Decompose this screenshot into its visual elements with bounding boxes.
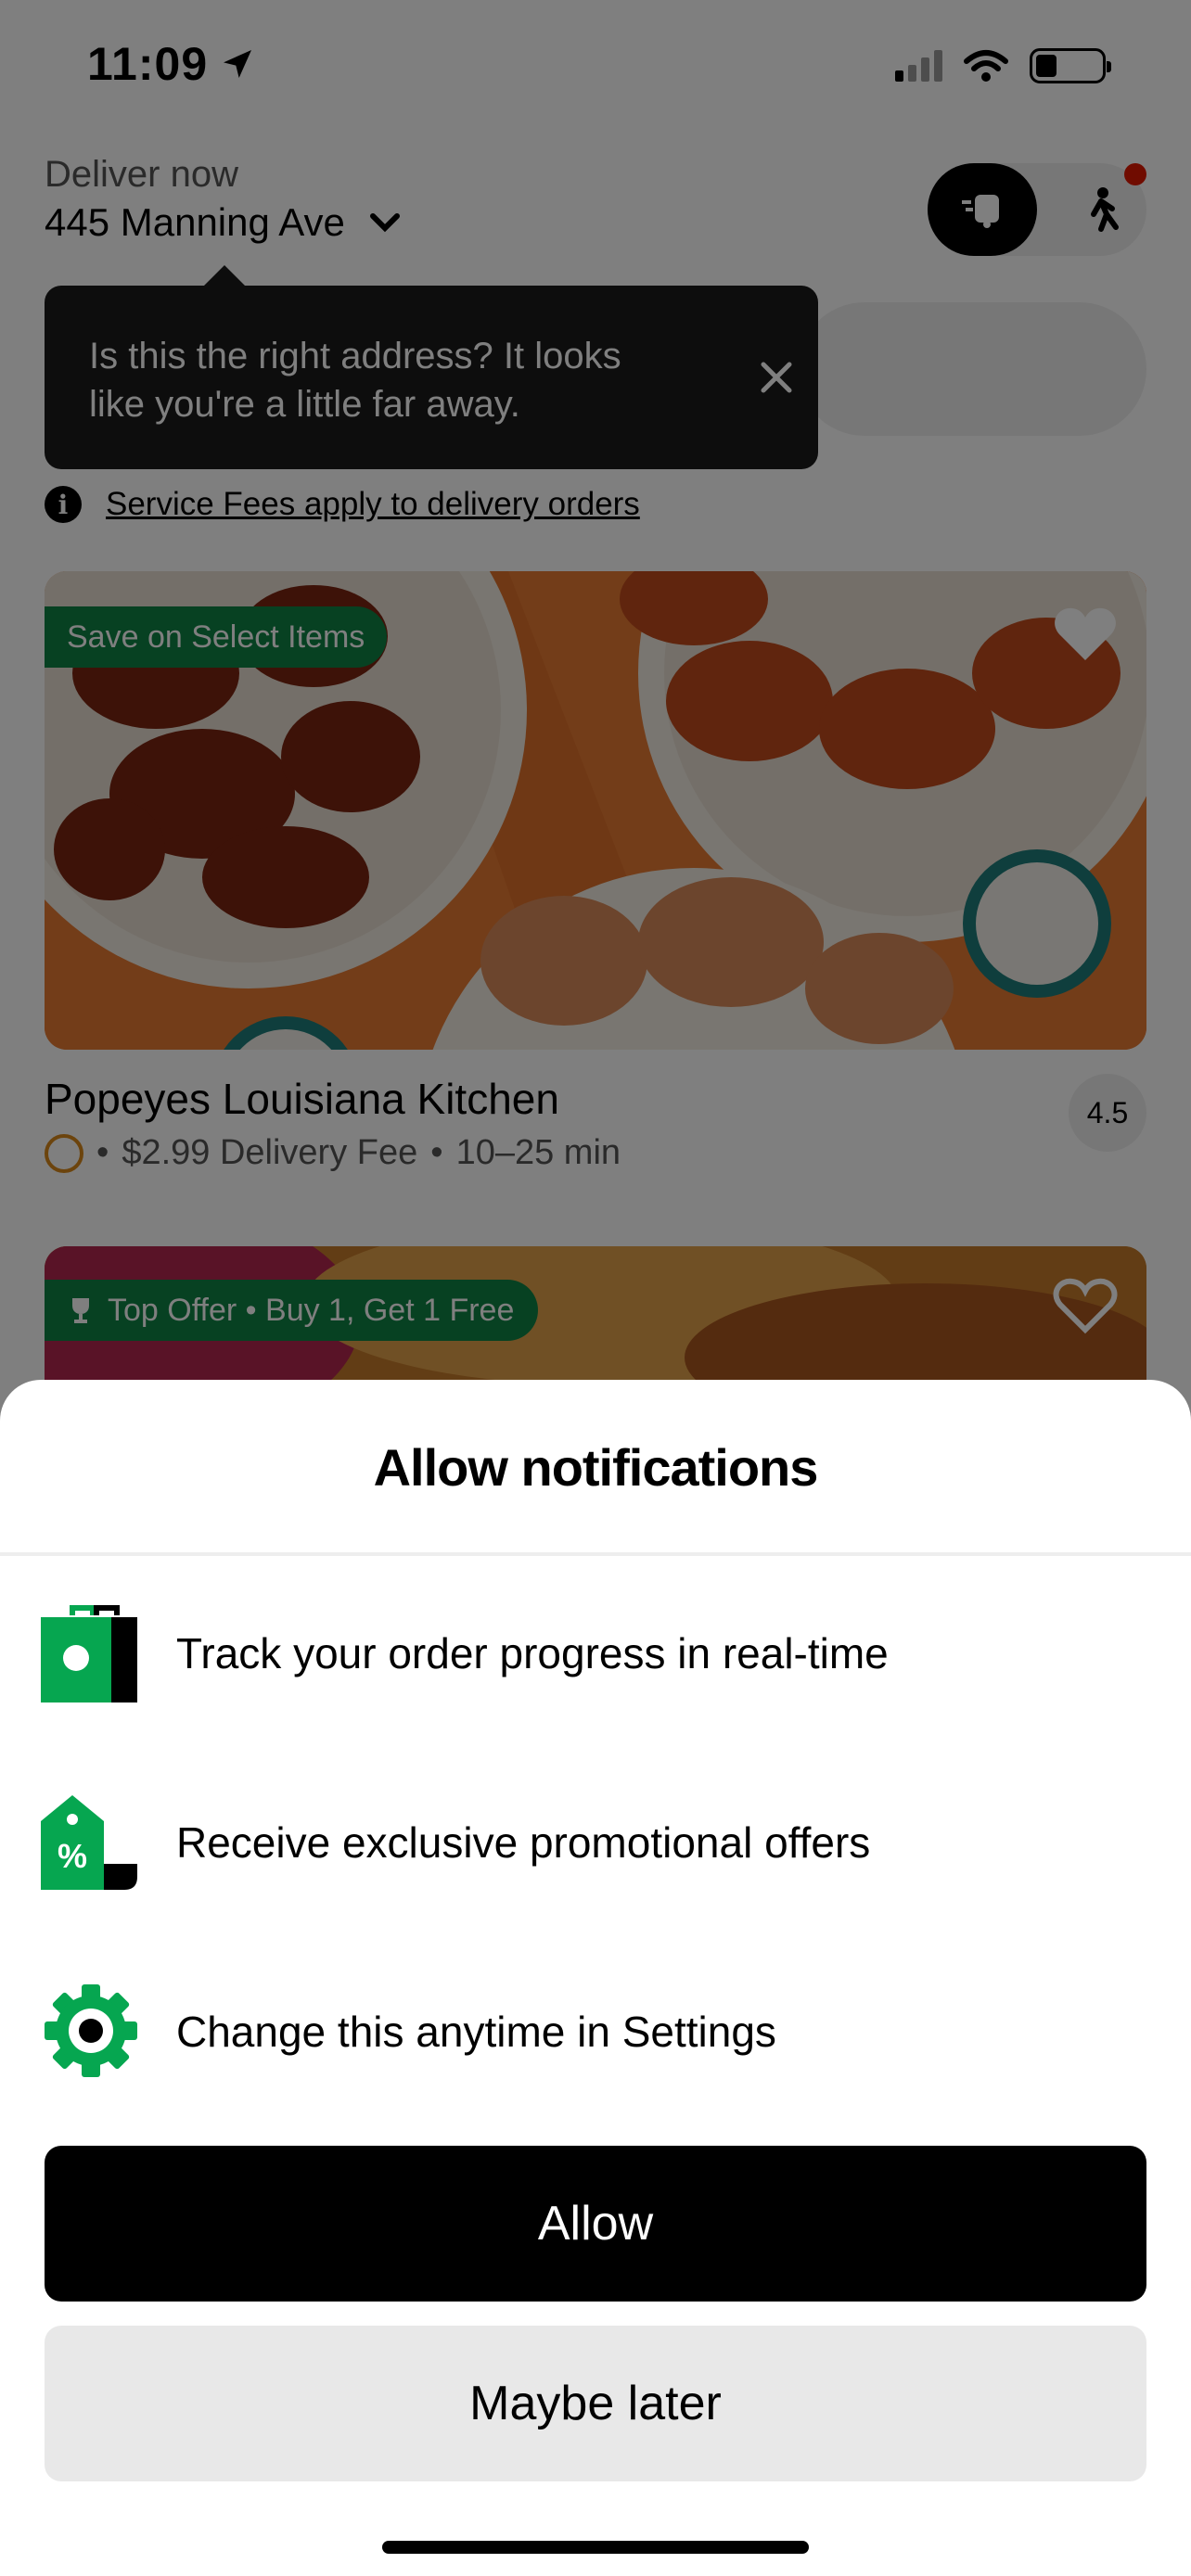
allow-button[interactable]: Allow xyxy=(45,2146,1146,2302)
benefit-text: Receive exclusive promotional offers xyxy=(176,1818,871,1867)
benefit-item: Track your order progress in real-time xyxy=(41,1602,1154,1704)
home-indicator xyxy=(382,2541,809,2554)
svg-text:%: % xyxy=(58,1837,87,1875)
notifications-bottom-sheet: Allow notifications Track your order pro… xyxy=(0,1380,1191,2576)
maybe-later-button[interactable]: Maybe later xyxy=(45,2326,1146,2481)
benefit-text: Change this anytime in Settings xyxy=(176,2008,776,2056)
benefit-item: % Receive exclusive promotional offers xyxy=(41,1792,1154,1894)
gear-icon xyxy=(41,1981,141,2083)
discount-tag-icon: % xyxy=(41,1792,141,1894)
benefit-item: Change this anytime in Settings xyxy=(41,1981,1154,2083)
divider xyxy=(0,1552,1191,1556)
shopping-bag-icon xyxy=(41,1602,141,1704)
benefit-text: Track your order progress in real-time xyxy=(176,1629,889,1677)
sheet-title: Allow notifications xyxy=(373,1438,819,1497)
